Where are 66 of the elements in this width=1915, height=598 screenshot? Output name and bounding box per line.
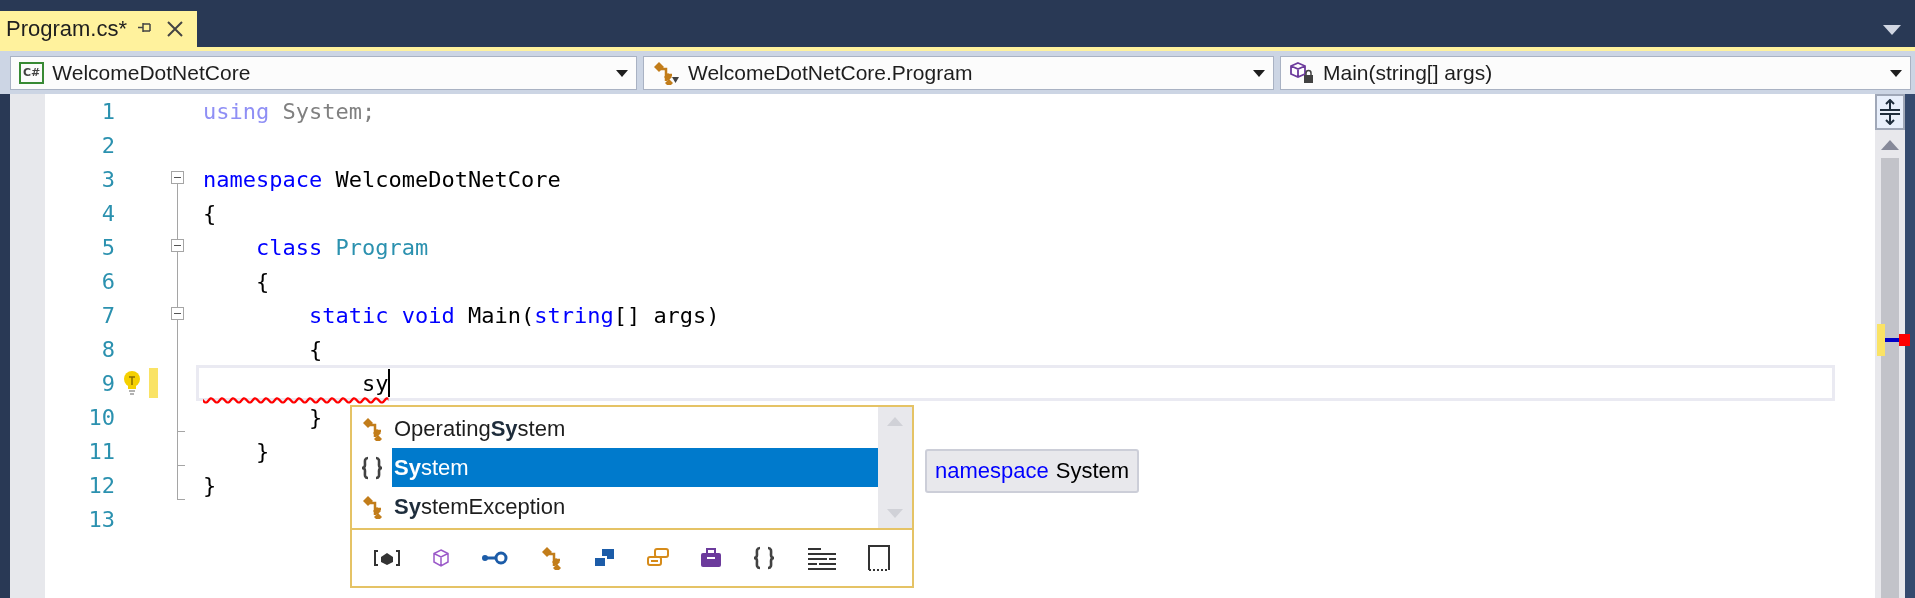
- line-number: 12: [87, 472, 115, 498]
- code-text: string: [534, 302, 614, 328]
- class-icon: [361, 494, 383, 519]
- scrollbar-thumb[interactable]: [1881, 158, 1899, 598]
- code-text: class: [254, 234, 323, 260]
- code-text: Program: [334, 234, 429, 260]
- braces-icon: [360, 455, 384, 480]
- split-icon: [1879, 99, 1901, 125]
- keyword-text: namespace: [935, 458, 1049, 484]
- cube-icon[interactable]: [431, 548, 452, 568]
- caret-icon: [1890, 69, 1902, 77]
- code-text: using: [203, 98, 270, 124]
- collapse-toggle[interactable]: [171, 307, 184, 320]
- caret-icon: [1253, 69, 1265, 77]
- line-number: 7: [100, 302, 115, 328]
- navigation-dropdown[interactable]: WelcomeDotNetCore.Program: [643, 56, 1274, 90]
- code-text: static void: [307, 302, 455, 328]
- code-text: {: [203, 200, 217, 226]
- scroll-up-icon[interactable]: [1881, 140, 1899, 150]
- briefcase-icon[interactable]: [700, 548, 723, 568]
- code-text: Main(: [466, 302, 535, 328]
- lines-filter-icon[interactable]: [806, 546, 837, 570]
- caret-position-marker: [1875, 324, 1910, 356]
- line-number: 11: [87, 438, 115, 464]
- line-number: 6: [100, 268, 115, 294]
- close-icon[interactable]: [165, 19, 186, 39]
- collapse-toggle[interactable]: [171, 171, 184, 184]
- code-text: System;: [281, 98, 376, 124]
- cube-lock-icon: [1289, 61, 1315, 85]
- completion-item[interactable]: OperatingSystem: [352, 409, 878, 448]
- split-window-button[interactable]: [1875, 94, 1905, 130]
- snippet-filter-icon[interactable]: [373, 548, 402, 568]
- code-text: {: [307, 336, 323, 362]
- code-text: {: [254, 268, 270, 294]
- caret-icon: [616, 69, 628, 77]
- collapse-toggle[interactable]: [171, 239, 184, 252]
- line-number: 10: [87, 404, 115, 430]
- text-caret: [388, 369, 391, 397]
- document-tab[interactable]: Program.cs*: [0, 11, 198, 47]
- code-text: }: [307, 404, 323, 430]
- file-type-badge: C#: [19, 62, 45, 84]
- frame-icon[interactable]: [866, 544, 891, 572]
- braces-icon[interactable]: [752, 546, 777, 570]
- interface-icon[interactable]: [481, 550, 510, 566]
- navigation-dropdown[interactable]: C# WelcomeDotNetCore: [10, 56, 637, 90]
- dropdown-arrow-icon[interactable]: [1883, 25, 1901, 35]
- line-number: 9: [100, 370, 115, 396]
- class-icon: [361, 416, 383, 441]
- code-text: }: [254, 438, 270, 464]
- line-number: 1: [100, 98, 115, 124]
- code-text: [] args): [613, 302, 720, 328]
- code-text: }: [203, 472, 217, 498]
- name-text: System: [1055, 458, 1130, 484]
- line-number: 2: [100, 132, 115, 158]
- lightbulb-icon[interactable]: [122, 370, 142, 396]
- line-number: 13: [87, 506, 115, 532]
- line-number: 4: [100, 200, 115, 226]
- line-number: 3: [100, 166, 115, 192]
- navigation-dropdown[interactable]: Main(string[] args): [1280, 56, 1911, 90]
- code-text: namespace: [203, 166, 323, 192]
- completion-item[interactable]: SystemException: [352, 487, 878, 526]
- line-number: 5: [100, 234, 115, 260]
- error-code-text: sy: [360, 370, 389, 396]
- code-text: WelcomeDotNetCore: [334, 166, 561, 192]
- enum-icon[interactable]: [646, 547, 671, 569]
- line-number: 8: [100, 336, 115, 362]
